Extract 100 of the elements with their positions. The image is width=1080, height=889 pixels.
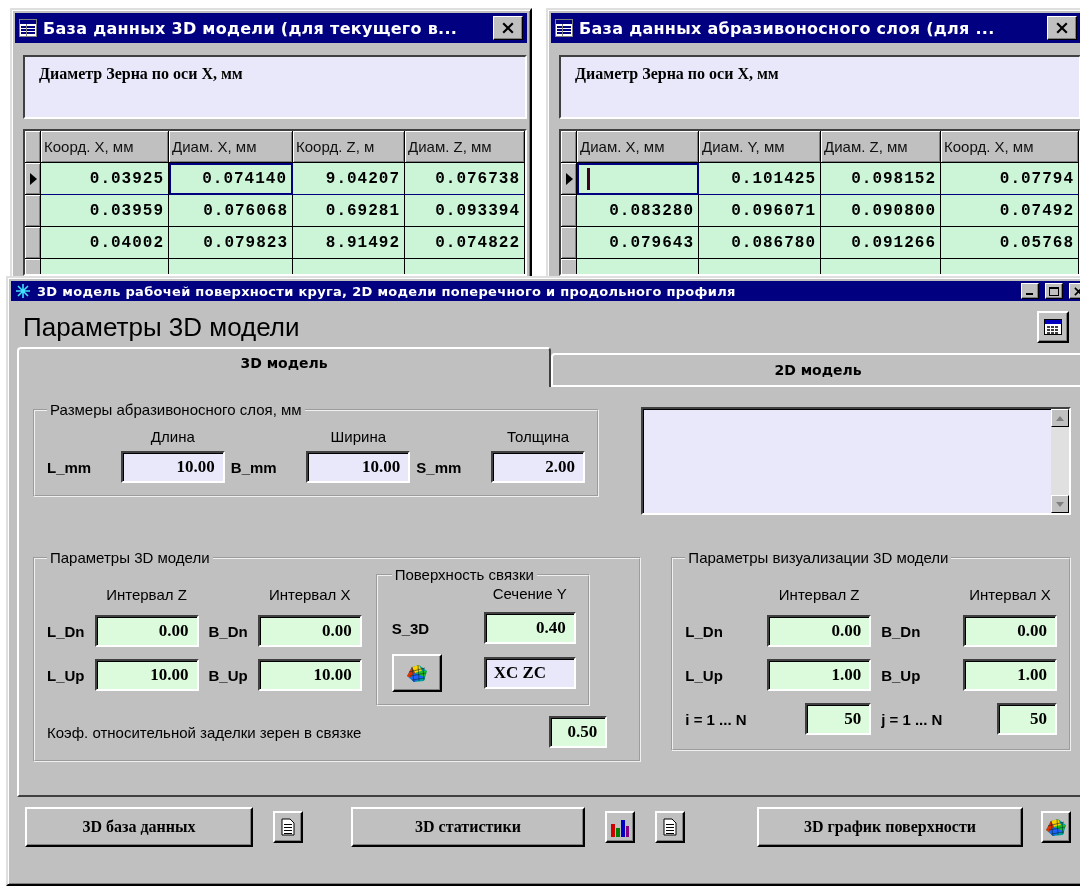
field-label: j = 1 ... N [881, 710, 943, 728]
icon-button[interactable] [605, 811, 635, 843]
field-label: L_mm [47, 458, 92, 476]
table-cell[interactable]: 0.076738 [405, 163, 525, 195]
table-cell[interactable]: 0.05768 [941, 227, 1079, 259]
row-indicator[interactable] [561, 259, 577, 274]
table-cell[interactable]: 0.03959 [41, 195, 169, 227]
field-label: B_mm [230, 458, 277, 476]
field-label: L_Up [47, 666, 85, 684]
minimize-button[interactable] [1021, 283, 1039, 299]
column-header[interactable]: Диам. X, мм [577, 131, 699, 163]
number-field[interactable]: 0.00 [94, 615, 199, 647]
close-button[interactable] [493, 16, 523, 40]
table-cell[interactable]: 0.07794 [941, 163, 1079, 195]
field-label: L_Dn [47, 622, 85, 640]
number-field[interactable]: 0.50 [549, 716, 608, 748]
column-header[interactable]: Диам. X, мм [169, 131, 293, 163]
text-caret [587, 168, 590, 190]
field-label: i = 1 ... N [685, 710, 747, 728]
table-cell[interactable]: 0.076068 [169, 195, 293, 227]
surface-plot-button[interactable] [391, 654, 442, 692]
table-cell[interactable] [169, 259, 293, 274]
group-title: Поверхность связки [393, 566, 535, 583]
number-field[interactable]: 10.00 [257, 659, 362, 691]
icon-button[interactable] [1041, 811, 1071, 843]
table-cell[interactable] [41, 259, 169, 274]
column-label: Длина [150, 428, 195, 445]
table-cell[interactable]: 0.086780 [699, 227, 821, 259]
column-header[interactable]: Коорд. X, мм [41, 131, 169, 163]
number-field[interactable]: 10.00 [120, 451, 225, 483]
row-indicator[interactable] [25, 163, 41, 195]
column-label: Интервал Z [106, 586, 187, 603]
number-field[interactable]: 10.00 [306, 451, 411, 483]
number-field[interactable]: 1.00 [963, 659, 1057, 691]
tab[interactable]: 2D модель [551, 353, 1080, 387]
table-cell[interactable]: 0.083280 [577, 195, 699, 227]
icon-button[interactable] [273, 811, 303, 843]
number-field[interactable]: 50 [805, 703, 872, 735]
table-cell[interactable]: 0.101425 [699, 163, 821, 195]
action-button[interactable]: 3D база данных [25, 807, 253, 847]
calendar-button[interactable] [1037, 311, 1069, 343]
row-indicator[interactable] [25, 195, 41, 227]
scrollbar[interactable] [1051, 409, 1069, 513]
number-field[interactable]: 0.00 [963, 615, 1057, 647]
field-label: L_Up [685, 666, 723, 684]
field-label: Коэф. относительной заделки зерен в связке [47, 723, 362, 741]
table-cell[interactable]: 0.69281 [293, 195, 405, 227]
table-cell[interactable]: 0.091266 [821, 227, 941, 259]
maximize-button[interactable] [1045, 283, 1063, 299]
number-field[interactable]: 50 [997, 703, 1057, 735]
row-indicator[interactable] [561, 163, 577, 195]
column-header[interactable]: Диам. Y, мм [699, 131, 821, 163]
document-icon [281, 818, 295, 836]
section-field[interactable]: XC ZC [483, 657, 576, 689]
table-cell[interactable] [699, 259, 821, 274]
table-cell[interactable]: 0.07492 [941, 195, 1079, 227]
table-cell[interactable] [941, 259, 1079, 274]
table-cell[interactable]: 0.04002 [41, 227, 169, 259]
table-cell[interactable] [293, 259, 405, 274]
table-cell[interactable]: 9.04207 [293, 163, 405, 195]
table-cell[interactable]: 0.03925 [41, 163, 169, 195]
action-button[interactable]: 3D статистики [351, 807, 585, 847]
column-header[interactable]: Коорд. Z, м [293, 131, 405, 163]
maximize-icon [1049, 286, 1059, 296]
table-cell[interactable]: 0.074140 [169, 163, 293, 195]
icon-button[interactable] [655, 811, 685, 843]
number-field[interactable]: 1.00 [767, 659, 872, 691]
number-field[interactable]: 0.40 [483, 612, 576, 644]
table-cell[interactable] [821, 259, 941, 274]
field-label: S_mm [416, 458, 462, 476]
close-button[interactable] [1047, 16, 1077, 40]
table-cell[interactable]: 0.090800 [821, 195, 941, 227]
table-cell[interactable] [577, 259, 699, 274]
table-cell[interactable] [577, 163, 699, 195]
number-field[interactable]: 2.00 [491, 451, 585, 483]
number-field[interactable]: 10.00 [94, 659, 199, 691]
column-header[interactable]: Диам. Z, мм [405, 131, 525, 163]
column-header[interactable]: Диам. Z, мм [821, 131, 941, 163]
number-field[interactable]: 0.00 [767, 615, 872, 647]
row-indicator[interactable] [561, 227, 577, 259]
surface-mesh-icon [405, 663, 428, 683]
table-cell[interactable]: 0.079823 [169, 227, 293, 259]
table-cell[interactable]: 8.91492 [293, 227, 405, 259]
column-header[interactable]: Коорд. X, мм [941, 131, 1079, 163]
caption-text: Диаметр Зерна по оси X, мм [575, 65, 779, 82]
table-cell[interactable]: 0.074822 [405, 227, 525, 259]
action-button[interactable]: 3D график поверхности [757, 807, 1023, 847]
table-cell[interactable]: 0.093394 [405, 195, 525, 227]
table-cell[interactable]: 0.096071 [699, 195, 821, 227]
table-cell[interactable] [405, 259, 525, 274]
table-cell[interactable]: 0.079643 [577, 227, 699, 259]
row-indicator[interactable] [25, 227, 41, 259]
row-indicator[interactable] [25, 259, 41, 274]
snowflake-icon [15, 283, 31, 299]
number-field[interactable]: 0.00 [257, 615, 362, 647]
row-indicator[interactable] [561, 195, 577, 227]
field-label: B_Dn [881, 622, 921, 640]
notes-box[interactable] [641, 407, 1071, 515]
tab[interactable]: 3D модель [17, 347, 551, 387]
table-cell[interactable]: 0.098152 [821, 163, 941, 195]
